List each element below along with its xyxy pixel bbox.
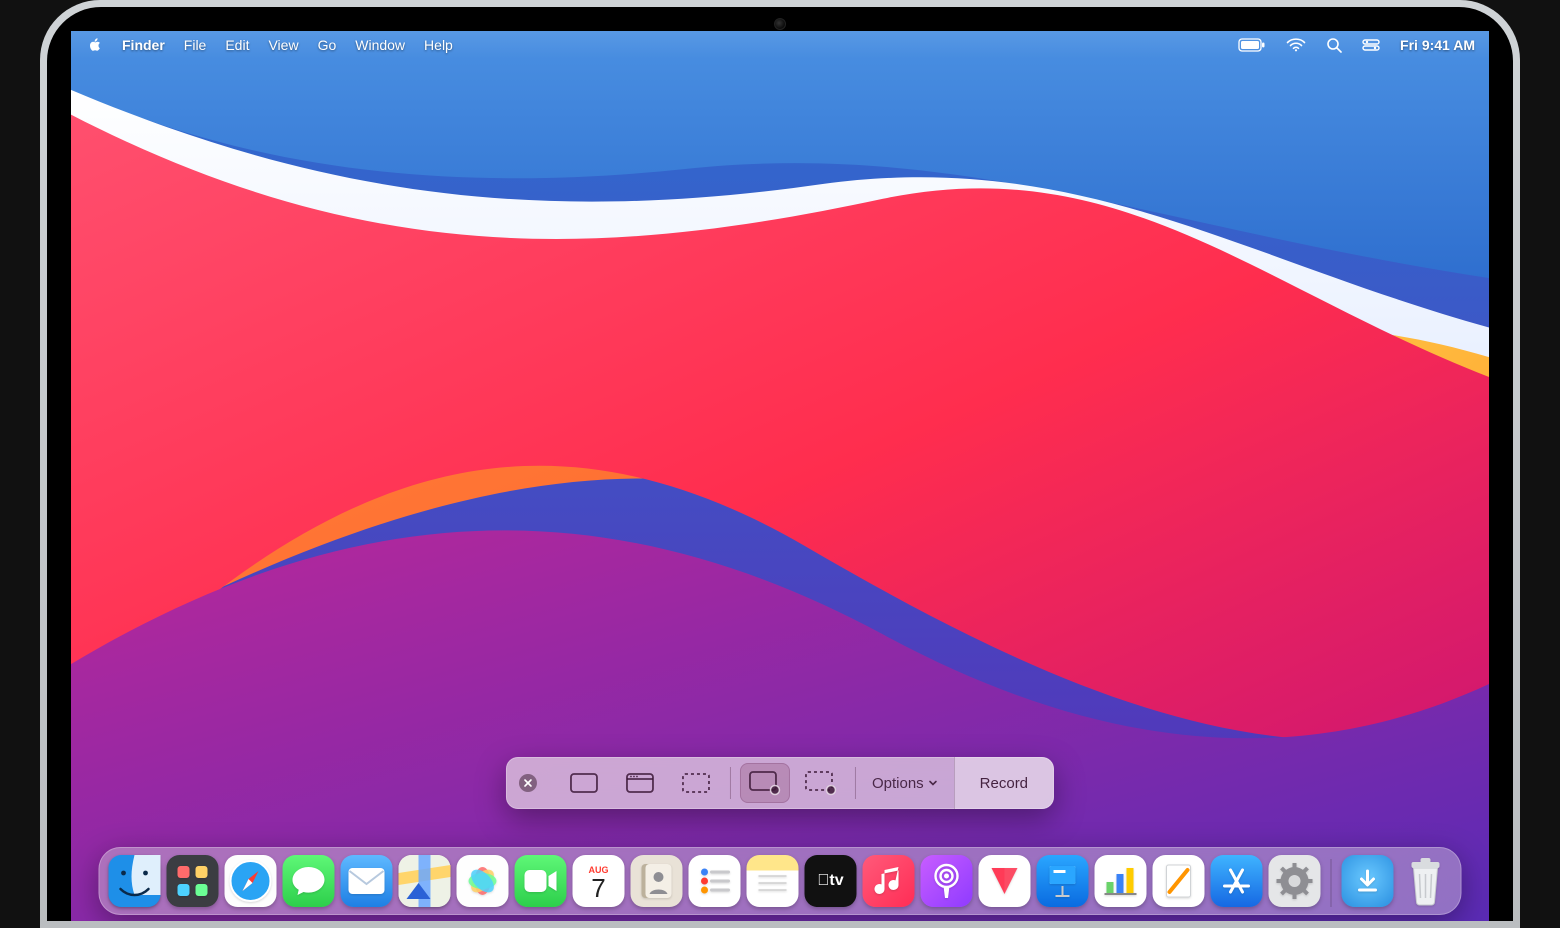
dock-app-launchpad[interactable]	[167, 855, 219, 907]
record-entire-screen-button[interactable]	[740, 763, 790, 803]
battery-icon[interactable]	[1238, 38, 1266, 52]
dock-app-safari[interactable]	[225, 855, 277, 907]
dock-app-podcasts[interactable]	[921, 855, 973, 907]
capture-entire-screen-button[interactable]	[559, 763, 609, 803]
screenshot-close-button[interactable]	[506, 757, 550, 809]
camera-icon	[774, 18, 786, 30]
screen: Finder File Edit View Go Window Help	[71, 31, 1489, 921]
menu-go[interactable]: Go	[318, 37, 337, 53]
control-center-icon[interactable]	[1362, 39, 1380, 51]
screenshot-options-button[interactable]: Options	[856, 757, 954, 809]
options-label: Options	[872, 775, 924, 792]
dock-app-maps[interactable]	[399, 855, 451, 907]
dock-app-tv[interactable]: tv	[805, 855, 857, 907]
capture-selection-button[interactable]	[671, 763, 721, 803]
chevron-down-icon	[928, 775, 938, 792]
laptop-bezel: Finder File Edit View Go Window Help	[40, 0, 1520, 928]
menu-file[interactable]: File	[184, 37, 207, 53]
screenshot-toolbar: Options Record	[506, 757, 1054, 809]
dock-app-pages[interactable]	[1153, 855, 1205, 907]
dock-app-system-preferences[interactable]	[1269, 855, 1321, 907]
laptop-inner-bezel: Finder File Edit View Go Window Help	[47, 7, 1513, 921]
dock-app-keynote[interactable]	[1037, 855, 1089, 907]
calendar-day-label: 7	[591, 875, 605, 901]
appletv-icon: tv	[817, 872, 843, 890]
dock-downloads[interactable]	[1342, 855, 1394, 907]
dock-trash[interactable]	[1400, 855, 1452, 907]
spotlight-search-icon[interactable]	[1326, 37, 1342, 53]
dock-app-notes[interactable]	[747, 855, 799, 907]
menu-window[interactable]: Window	[355, 37, 405, 53]
menu-bar: Finder File Edit View Go Window Help	[71, 31, 1489, 59]
dock-app-messages[interactable]	[283, 855, 335, 907]
capture-group	[550, 757, 730, 809]
dock-app-facetime[interactable]	[515, 855, 567, 907]
dock-app-reminders[interactable]	[689, 855, 741, 907]
dock-separator	[1331, 859, 1332, 907]
dock-app-contacts[interactable]	[631, 855, 683, 907]
apple-menu-icon[interactable]	[87, 37, 103, 53]
menu-view[interactable]: View	[268, 37, 298, 53]
wifi-icon[interactable]	[1286, 38, 1306, 52]
record-group	[731, 757, 855, 809]
close-icon	[519, 774, 537, 792]
menubar-clock[interactable]: Fri 9:41 AM	[1400, 37, 1475, 53]
menu-app-name[interactable]: Finder	[122, 37, 165, 53]
screenshot-record-button[interactable]: Record	[954, 757, 1054, 809]
menu-edit[interactable]: Edit	[225, 37, 249, 53]
dock-app-appstore[interactable]	[1211, 855, 1263, 907]
dock-app-mail[interactable]	[341, 855, 393, 907]
record-selection-button[interactable]	[796, 763, 846, 803]
record-label: Record	[980, 775, 1028, 792]
capture-window-button[interactable]	[615, 763, 665, 803]
dock-app-finder[interactable]	[109, 855, 161, 907]
dock-app-calendar[interactable]: AUG 7	[573, 855, 625, 907]
dock-app-music[interactable]	[863, 855, 915, 907]
dock: AUG 7	[99, 847, 1462, 915]
dock-app-photos[interactable]	[457, 855, 509, 907]
dock-app-news[interactable]	[979, 855, 1031, 907]
dock-app-numbers[interactable]	[1095, 855, 1147, 907]
menu-help[interactable]: Help	[424, 37, 453, 53]
